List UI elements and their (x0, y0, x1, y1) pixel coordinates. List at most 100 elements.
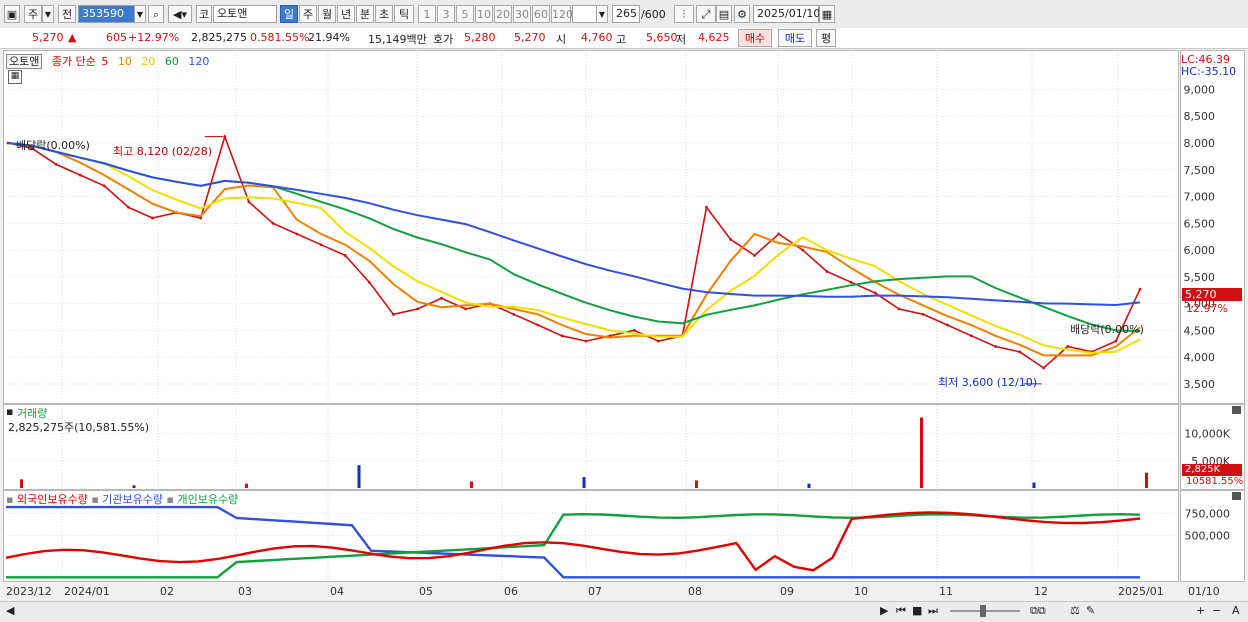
price-point (1066, 345, 1070, 348)
x-axis-label: 04 (330, 585, 344, 598)
x-axis-label: 2023/12 (6, 585, 52, 598)
price-point (921, 312, 925, 316)
price-tick-label: 9,000 (1184, 83, 1216, 96)
rewind-icon[interactable]: ⏮ (896, 604, 906, 618)
price-point (464, 307, 468, 311)
price-point (127, 205, 130, 209)
x-axis-label: 08 (688, 585, 702, 598)
volume-tick-label: 10,000K (1184, 428, 1230, 441)
x-axis-label: 2024/01 (64, 585, 110, 598)
individual-holding-label: 개인보유수량 (177, 493, 239, 506)
price-point (151, 216, 154, 220)
ma5-label: 5 (101, 55, 109, 68)
x-axis-label: 11 (939, 585, 953, 598)
price-point (1018, 350, 1021, 354)
pct-tag: 12.97% (1186, 302, 1228, 315)
x-axis-label: 02 (160, 585, 174, 598)
chart-canvas[interactable]: 9,000 8,500 8,000 7,500 7,000 6,500 6,000 5,500… (0, 0, 1248, 621)
forward-icon[interactable]: ⏭ (928, 604, 938, 618)
hc-label: HC:-35.10 (1181, 65, 1237, 78)
price-point (440, 296, 443, 300)
x-axis-label: 2025/01 (1118, 585, 1164, 598)
window-icon[interactable]: ⧉⧉ (1030, 604, 1046, 618)
volume-tag: 2,825K (1182, 464, 1242, 476)
zoom-out-icon[interactable]: − (1212, 604, 1221, 617)
scale-icon[interactable]: ⚖ (1070, 604, 1080, 617)
price-point (994, 345, 997, 348)
price-tick-label: 4,000 (1184, 351, 1216, 364)
price-point (705, 205, 708, 209)
foreign-holding-label: 외국인보유수량 (16, 493, 88, 506)
x-axis-label: 09 (780, 585, 794, 598)
price-point (319, 243, 323, 247)
volume-bar (807, 483, 811, 488)
price-point (825, 270, 829, 273)
ma-line-60 (7, 142, 1141, 332)
zoom-slider-handle[interactable] (980, 605, 986, 617)
price-point (367, 280, 371, 284)
volume-bar (20, 479, 23, 488)
ma120-label: 120 (188, 55, 210, 68)
price-point (536, 323, 540, 327)
price-point (295, 232, 299, 236)
high-note: 최고 8,120 (02/28) (113, 145, 213, 158)
price-point (271, 221, 275, 225)
volume-close-icon[interactable] (1232, 406, 1241, 414)
holding-legend: ▪ 외국인보유수량 ▪ 기관보유수량 ▪ 개인보유수량 (6, 493, 239, 506)
price-point (777, 232, 781, 236)
bottom-bar: ◀ ▶ ⏮ ■ ⏭ ⧉⧉ ⚖ ✎ + − A (0, 601, 1248, 622)
price-point (1138, 287, 1142, 291)
volume-bar (582, 477, 586, 488)
price-point (1114, 339, 1118, 343)
ma10-label: 10 (117, 55, 132, 68)
volume-menu-icon[interactable]: ▪ (6, 405, 13, 418)
draw-icon[interactable]: ✎ (1086, 604, 1095, 617)
price-point (102, 184, 106, 188)
price-point (1042, 366, 1046, 370)
price-point (632, 329, 636, 332)
price-tick-label: 8,000 (1184, 137, 1216, 150)
volume-bar (245, 483, 248, 488)
price-point (584, 339, 588, 343)
stop-icon[interactable]: ■ (912, 604, 922, 617)
price-point (223, 135, 227, 138)
price-point (54, 163, 58, 166)
ma-line-120 (7, 142, 1141, 307)
price-point (729, 237, 732, 241)
zoom-in-icon[interactable]: + (1196, 604, 1205, 617)
holding-close-icon[interactable] (1232, 492, 1241, 500)
price-tick-label: 6,500 (1184, 217, 1216, 230)
price-tick-label: 3,500 (1184, 378, 1216, 391)
scroll-left-icon[interactable]: ◀ (6, 604, 14, 617)
price-point (343, 254, 347, 257)
price-point (560, 334, 564, 338)
price-tick-label: 7,500 (1184, 164, 1216, 177)
scroll-right-icon[interactable]: ▶ (880, 604, 888, 617)
ma-line-10 (7, 142, 1141, 357)
price-tick-label: 7,000 (1184, 191, 1216, 204)
price-tick-label: 8,500 (1184, 110, 1216, 123)
price-point (78, 173, 82, 177)
grid-icon[interactable]: ▦ (8, 70, 22, 84)
volume-bar (1145, 472, 1148, 488)
holding-tick-label: 750,000 (1185, 507, 1231, 520)
volume-bar (695, 480, 698, 488)
foreign-holding-line (5, 511, 1141, 572)
ma-legend-prefix: 종가 단순 (51, 55, 96, 68)
price-point (897, 307, 901, 311)
low-note: 최저 3,600 (12/10) (938, 376, 1038, 389)
price-tag: 5,270 (1182, 288, 1242, 301)
x-axis-label: 10 (854, 585, 868, 598)
price-point (849, 280, 853, 284)
dividend-note-left: 배당락(0.00%) (16, 139, 90, 152)
ma20-label: 20 (141, 55, 156, 68)
volume-bar (132, 485, 136, 488)
x-axis-label: 03 (238, 585, 252, 598)
volume-bar (357, 465, 361, 488)
price-point (970, 334, 973, 338)
price-point (945, 323, 949, 327)
ma60-label: 60 (164, 55, 179, 68)
auto-icon[interactable]: A (1232, 604, 1240, 617)
x-axis-label: 06 (504, 585, 518, 598)
holding-tick-label: 500,000 (1185, 530, 1231, 543)
